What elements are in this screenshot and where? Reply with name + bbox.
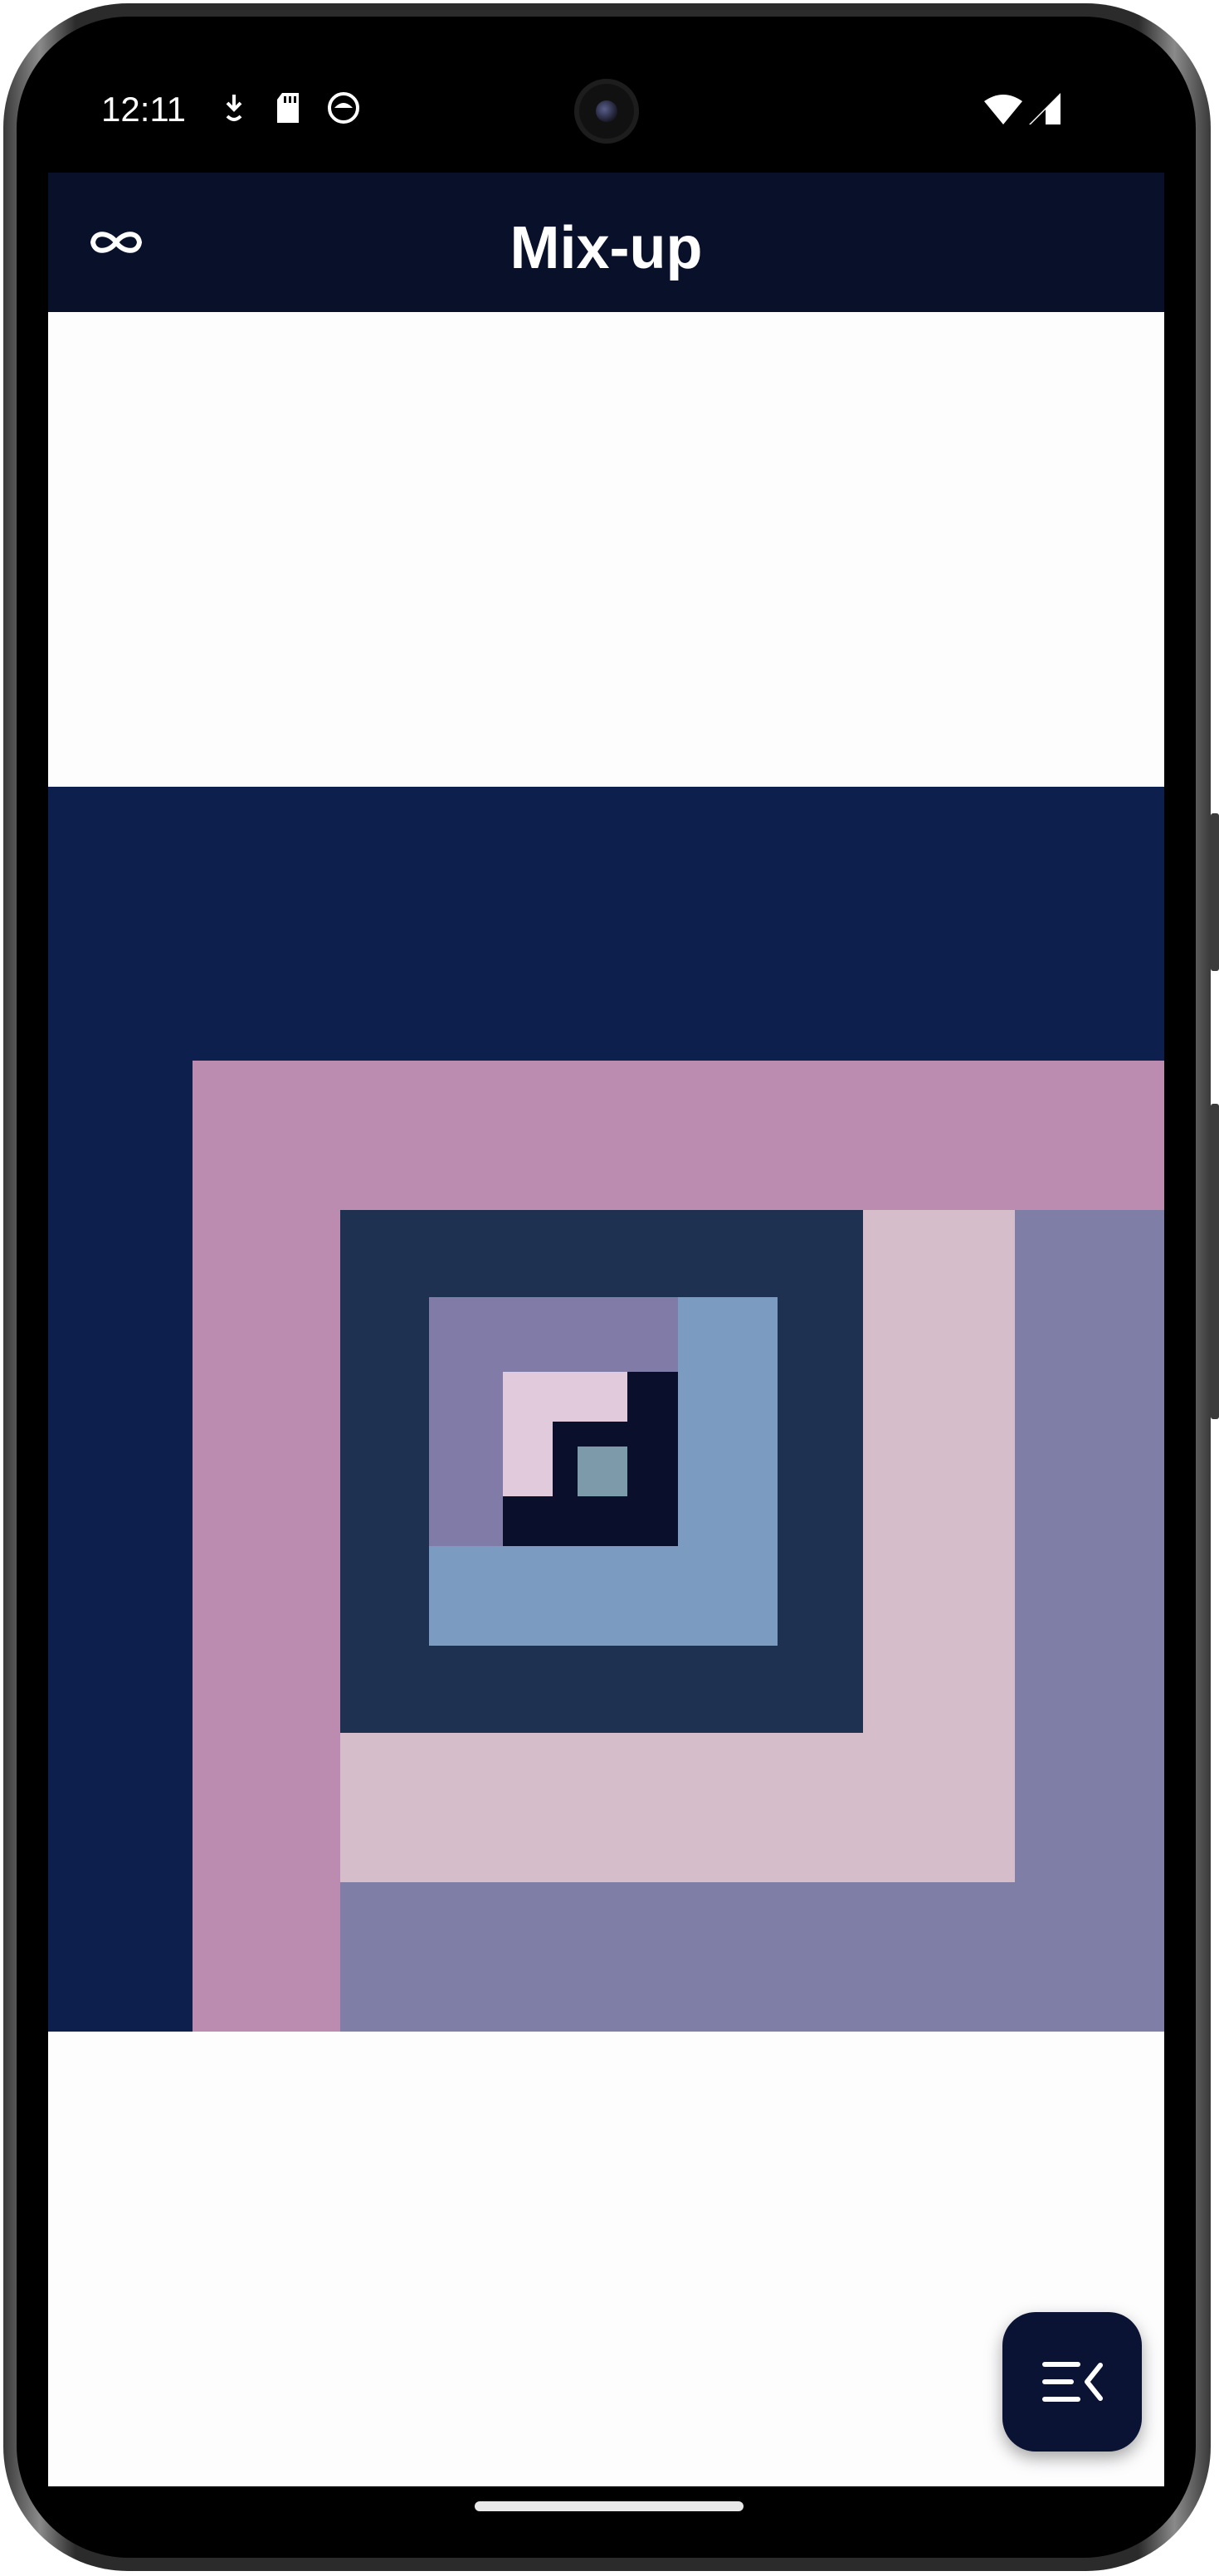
app-title: Mix-up xyxy=(510,215,703,281)
sd-card-icon xyxy=(274,91,302,129)
app-notification-icon xyxy=(327,91,360,129)
volume-button xyxy=(1211,1104,1219,1419)
wifi-icon xyxy=(984,93,1022,129)
mixup-artwork[interactable] xyxy=(48,787,1164,2032)
app-screen: Mix-up xyxy=(48,173,1164,2486)
status-time: 12:11 xyxy=(101,90,186,129)
power-button xyxy=(1211,813,1219,971)
home-indicator[interactable] xyxy=(475,2501,744,2511)
phone-device: 12:11 Mix-up xyxy=(0,0,1219,2576)
cell-signal-icon xyxy=(1029,93,1061,129)
status-bar: 12:11 xyxy=(0,0,1219,144)
download-icon xyxy=(221,91,247,129)
menu-fab[interactable] xyxy=(1002,2312,1142,2452)
art-teal-center xyxy=(578,1447,627,1496)
front-camera xyxy=(574,79,639,144)
app-bar: Mix-up xyxy=(48,173,1164,312)
